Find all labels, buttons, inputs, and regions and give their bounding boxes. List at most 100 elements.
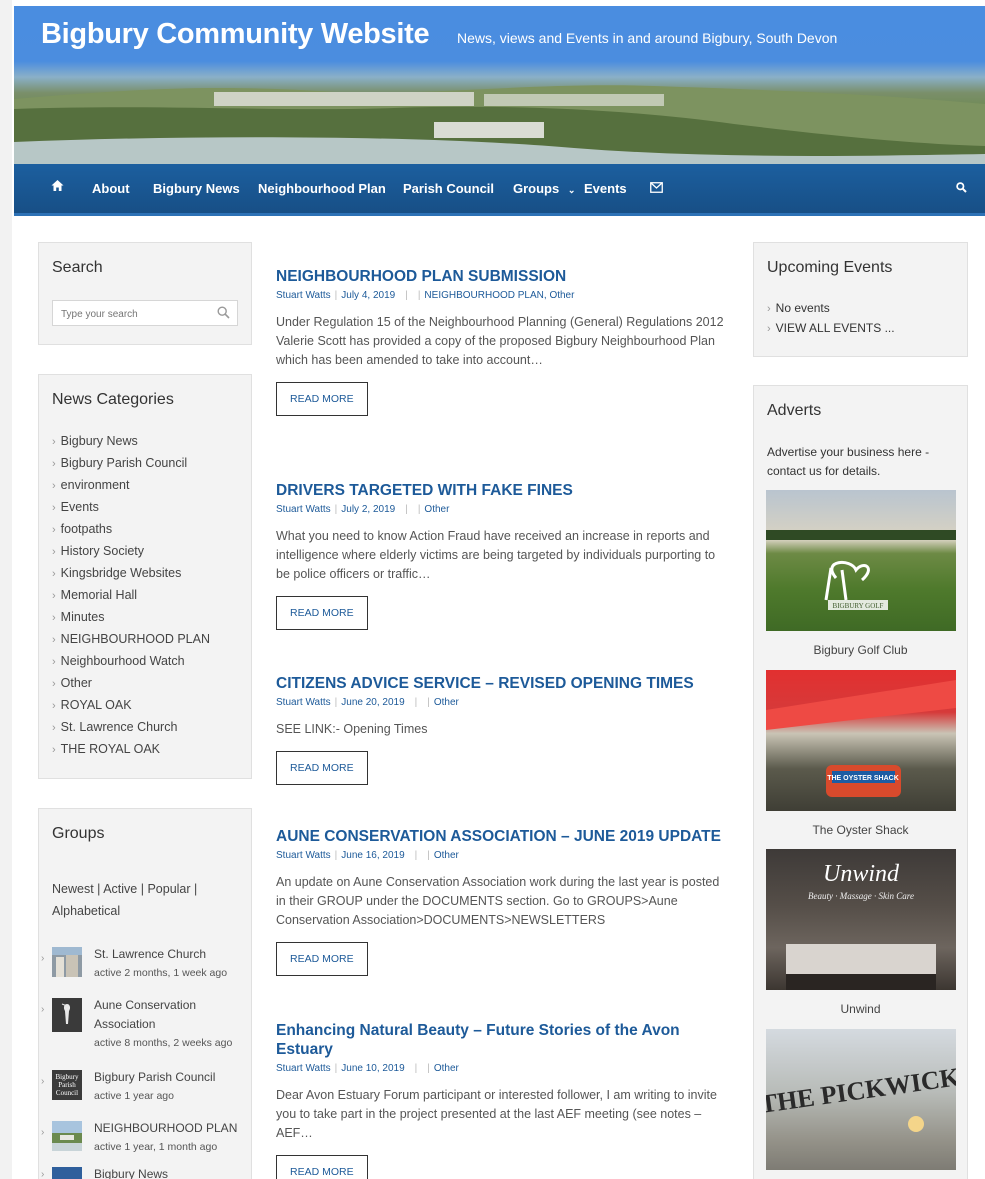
nav-item-groups[interactable]: Groups ⌄ bbox=[513, 181, 575, 196]
category-item[interactable]: › environment bbox=[52, 478, 210, 500]
read-more-button[interactable]: READ MORE bbox=[276, 382, 368, 416]
category-label: Neighbourhood Watch bbox=[60, 654, 185, 668]
nav-item-neighbourhood-plan[interactable]: Neighbourhood Plan bbox=[258, 181, 386, 196]
category-item[interactable]: › Other bbox=[52, 676, 210, 698]
post-excerpt: An update on Aune Conservation Associati… bbox=[276, 875, 720, 927]
group-name[interactable]: St. Lawrence Church bbox=[94, 945, 249, 964]
category-label: footpaths bbox=[60, 522, 113, 536]
event-item[interactable]: › VIEW ALL EVENTS ... bbox=[767, 321, 895, 335]
search-icon[interactable] bbox=[217, 306, 230, 324]
group-item[interactable]: › Bigbury Parish Council Bigbury Parish … bbox=[41, 1068, 251, 1108]
group-name[interactable]: Aune Conservation Association bbox=[94, 996, 249, 1034]
post-date[interactable]: July 4, 2019 bbox=[341, 290, 395, 301]
category-item[interactable]: › Memorial Hall bbox=[52, 588, 210, 610]
groups-filter-newest[interactable]: Newest bbox=[52, 882, 94, 896]
site-title[interactable]: Bigbury Community Website bbox=[41, 18, 430, 51]
post-date[interactable]: June 10, 2019 bbox=[341, 1063, 404, 1074]
chevron-right-icon: › bbox=[41, 1127, 45, 1138]
ad-image-golf-club[interactable]: BIGBURY GOLF bbox=[766, 490, 956, 631]
oyster-shack-logo: THE OYSTER SHACK bbox=[766, 680, 956, 797]
groups-filter-popular[interactable]: Popular bbox=[147, 882, 190, 896]
category-item[interactable]: › footpaths bbox=[52, 522, 210, 544]
post-author[interactable]: Stuart Watts bbox=[276, 290, 331, 301]
group-text: St. Lawrence Church active 2 months, 1 w… bbox=[94, 945, 249, 983]
post-date[interactable]: July 2, 2019 bbox=[341, 504, 395, 515]
ad-caption[interactable]: Bigbury Golf Club bbox=[754, 643, 967, 657]
post-title[interactable]: DRIVERS TARGETED WITH FAKE FINES bbox=[276, 481, 731, 500]
group-item[interactable]: › St. Lawrence Church active 2 months, 1… bbox=[41, 945, 251, 985]
category-item[interactable]: › NEIGHBOURHOOD PLAN bbox=[52, 632, 210, 654]
category-item[interactable]: › History Society bbox=[52, 544, 210, 566]
category-label: Minutes bbox=[60, 610, 105, 624]
search-icon[interactable] bbox=[956, 181, 967, 196]
post-author[interactable]: Stuart Watts bbox=[276, 850, 331, 861]
group-text: Bigbury Parish Council active 1 year ago bbox=[94, 1068, 249, 1106]
category-item[interactable]: › St. Lawrence Church bbox=[52, 720, 210, 742]
post-date[interactable]: June 20, 2019 bbox=[341, 697, 404, 708]
group-name[interactable]: Bigbury Parish Council bbox=[94, 1068, 249, 1087]
post-title[interactable]: NEIGHBOURHOOD PLAN SUBMISSION bbox=[276, 267, 731, 286]
post-item: Enhancing Natural Beauty – Future Storie… bbox=[276, 1021, 731, 1179]
main-nav: About Bigbury News Neighbourhood Plan Pa… bbox=[14, 164, 985, 216]
group-item[interactable]: › NEIGHBOURHOOD PLAN active 1 year, 1 mo… bbox=[41, 1119, 251, 1159]
ad-image-oyster-shack[interactable]: THE OYSTER SHACK bbox=[766, 670, 956, 811]
read-more-button[interactable]: READ MORE bbox=[276, 1155, 368, 1179]
page-left-border bbox=[0, 0, 12, 1179]
post-author[interactable]: Stuart Watts bbox=[276, 1063, 331, 1074]
post-categories[interactable]: Other bbox=[434, 850, 459, 861]
chevron-right-icon: › bbox=[767, 323, 771, 335]
ad-image-pickwick[interactable]: THE PICKWICK bbox=[766, 1029, 956, 1170]
home-icon[interactable] bbox=[51, 179, 64, 195]
read-more-button[interactable]: READ MORE bbox=[276, 751, 368, 785]
group-item[interactable]: › Aune Conservation Association active 8… bbox=[41, 996, 251, 1056]
group-name[interactable]: Bigbury News bbox=[94, 1165, 249, 1179]
group-item[interactable]: › Bigbury News bbox=[41, 1165, 251, 1179]
post-categories[interactable]: NEIGHBOURHOOD PLAN, Other bbox=[424, 290, 574, 301]
chevron-right-icon: › bbox=[41, 953, 45, 964]
category-item[interactable]: › Minutes bbox=[52, 610, 210, 632]
post-categories[interactable]: Other bbox=[424, 504, 449, 515]
groups-filter-alphabetical[interactable]: Alphabetical bbox=[52, 904, 120, 918]
post-date[interactable]: June 16, 2019 bbox=[341, 850, 404, 861]
category-item[interactable]: › Bigbury Parish Council bbox=[52, 456, 210, 478]
news-categories-title: News Categories bbox=[52, 391, 174, 408]
read-more-button[interactable]: READ MORE bbox=[276, 942, 368, 976]
group-name[interactable]: NEIGHBOURHOOD PLAN bbox=[94, 1119, 249, 1138]
post-categories[interactable]: Other bbox=[434, 697, 459, 708]
pickwick-sign: THE PICKWICK bbox=[766, 1029, 956, 1170]
group-last-active: active 2 months, 1 week ago bbox=[94, 967, 228, 979]
ad-caption[interactable]: The Oyster Shack bbox=[754, 823, 967, 837]
chevron-right-icon: › bbox=[41, 1004, 45, 1015]
groups-widget: Groups Newest | Active | Popular | Alpha… bbox=[38, 808, 252, 1179]
envelope-icon[interactable] bbox=[650, 181, 663, 196]
post-author[interactable]: Stuart Watts bbox=[276, 697, 331, 708]
oyster-shack-logo-text: THE OYSTER SHACK bbox=[827, 775, 899, 782]
post-title[interactable]: CITIZENS ADVICE SERVICE – REVISED OPENIN… bbox=[276, 674, 731, 693]
ad-image-unwind[interactable]: Unwind Beauty · Massage · Skin Care bbox=[766, 849, 956, 990]
groups-filter-active[interactable]: Active bbox=[103, 882, 137, 896]
category-item[interactable]: › ROYAL OAK bbox=[52, 698, 210, 720]
search-input[interactable] bbox=[59, 302, 213, 326]
view-all-events-link[interactable]: VIEW ALL EVENTS ... bbox=[776, 321, 895, 335]
group-avatar bbox=[52, 998, 82, 1032]
nav-item-parish-council[interactable]: Parish Council bbox=[403, 181, 494, 196]
post-author[interactable]: Stuart Watts bbox=[276, 504, 331, 515]
post-categories[interactable]: Other bbox=[434, 1063, 459, 1074]
nav-item-events[interactable]: Events bbox=[584, 181, 627, 196]
category-item[interactable]: › Neighbourhood Watch bbox=[52, 654, 210, 676]
category-item[interactable]: › Kingsbridge Websites bbox=[52, 566, 210, 588]
read-more-button[interactable]: READ MORE bbox=[276, 596, 368, 630]
post-title[interactable]: Enhancing Natural Beauty – Future Storie… bbox=[276, 1021, 731, 1059]
category-item[interactable]: › Events bbox=[52, 500, 210, 522]
category-label: Memorial Hall bbox=[60, 588, 138, 602]
ad-caption[interactable]: Unwind bbox=[754, 1002, 967, 1016]
group-last-active: active 8 months, 2 weeks ago bbox=[94, 1037, 233, 1049]
category-item[interactable]: › THE ROYAL OAK bbox=[52, 742, 210, 764]
category-label: environment bbox=[60, 478, 130, 492]
nav-item-about[interactable]: About bbox=[92, 181, 130, 196]
unwind-logo: Unwind Beauty · Massage · Skin Care bbox=[786, 861, 936, 990]
post-title[interactable]: AUNE CONSERVATION ASSOCIATION – JUNE 201… bbox=[276, 827, 731, 846]
category-item[interactable]: › Bigbury News bbox=[52, 434, 210, 456]
nav-item-bigbury-news[interactable]: Bigbury News bbox=[153, 181, 240, 196]
chevron-down-icon: ⌄ bbox=[567, 185, 576, 195]
